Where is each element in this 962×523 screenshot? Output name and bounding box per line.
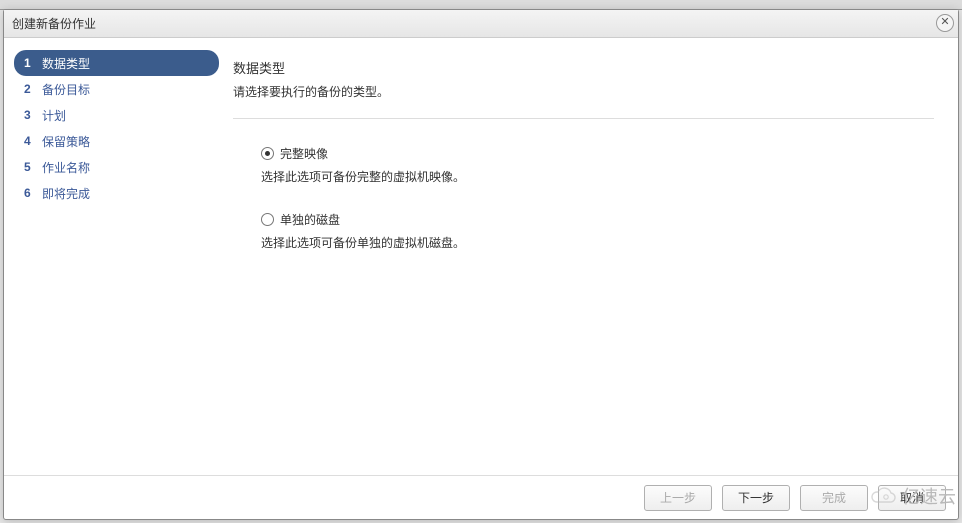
step-label: 保留策略 [42,133,90,150]
step-number: 3 [24,108,38,122]
cancel-button[interactable]: 取消 [878,485,946,511]
sidebar-step-finish[interactable]: 6 即将完成 [14,180,219,206]
radio-icon [261,147,274,160]
option-desc: 选择此选项可备份单独的虚拟机磁盘。 [261,234,934,251]
step-label: 备份目标 [42,81,90,98]
page-heading: 数据类型 [233,58,934,77]
option-label: 单独的磁盘 [280,211,340,228]
wizard-sidebar: 1 数据类型 2 备份目标 3 计划 4 保留策略 5 作业名称 6 即将完成 [4,38,219,475]
titlebar: 创建新备份作业 ✕ [4,10,958,38]
prev-button[interactable]: 上一步 [644,485,712,511]
radio-full-image[interactable]: 完整映像 [261,145,934,162]
dialog-body: 1 数据类型 2 备份目标 3 计划 4 保留策略 5 作业名称 6 即将完成 [4,38,958,475]
divider [233,118,934,119]
option-label: 完整映像 [280,145,328,162]
sidebar-step-job-name[interactable]: 5 作业名称 [14,154,219,180]
step-number: 5 [24,160,38,174]
dialog-title: 创建新备份作业 [12,15,96,32]
option-full-image: 完整映像 选择此选项可备份完整的虚拟机映像。 [261,145,934,185]
step-number: 4 [24,134,38,148]
close-icon[interactable]: ✕ [936,14,954,32]
radio-icon [261,213,274,226]
radio-individual-disk[interactable]: 单独的磁盘 [261,211,934,228]
wizard-footer: 上一步 下一步 完成 取消 [4,475,958,519]
wizard-content: 数据类型 请选择要执行的备份的类型。 完整映像 选择此选项可备份完整的虚拟机映像… [219,38,958,475]
option-desc: 选择此选项可备份完整的虚拟机映像。 [261,168,934,185]
option-individual-disk: 单独的磁盘 选择此选项可备份单独的虚拟机磁盘。 [261,211,934,251]
next-button[interactable]: 下一步 [722,485,790,511]
step-label: 即将完成 [42,185,90,202]
step-number: 1 [24,56,38,70]
step-number: 6 [24,186,38,200]
page-subheading: 请选择要执行的备份的类型。 [233,83,934,100]
step-label: 作业名称 [42,159,90,176]
sidebar-step-backup-target[interactable]: 2 备份目标 [14,76,219,102]
step-number: 2 [24,82,38,96]
step-label: 计划 [42,107,66,124]
sidebar-step-data-type[interactable]: 1 数据类型 [14,50,219,76]
wizard-dialog: 创建新备份作业 ✕ 1 数据类型 2 备份目标 3 计划 4 保留策略 5 作业… [3,9,959,520]
step-label: 数据类型 [42,55,90,72]
options-group: 完整映像 选择此选项可备份完整的虚拟机映像。 单独的磁盘 选择此选项可备份单独的… [233,145,934,277]
sidebar-step-retention[interactable]: 4 保留策略 [14,128,219,154]
sidebar-step-schedule[interactable]: 3 计划 [14,102,219,128]
finish-button[interactable]: 完成 [800,485,868,511]
